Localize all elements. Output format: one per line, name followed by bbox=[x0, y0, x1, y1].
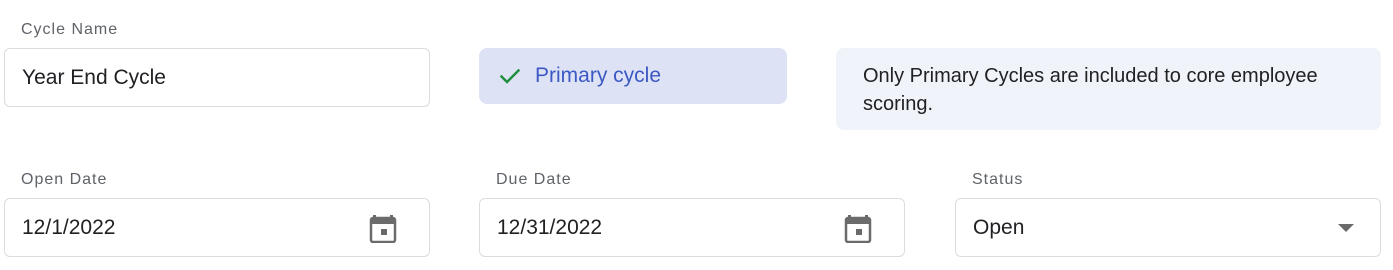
dropdown-arrow-icon[interactable] bbox=[1320, 199, 1372, 256]
primary-cycle-info: Only Primary Cycles are included to core… bbox=[836, 48, 1381, 130]
primary-cycle-label: Primary cycle bbox=[535, 64, 662, 87]
calendar-icon[interactable] bbox=[832, 199, 884, 256]
primary-cycle-toggle[interactable]: Primary cycle bbox=[479, 48, 787, 104]
status-label: Status bbox=[972, 171, 1024, 188]
open-date-value: 12/1/2022 bbox=[22, 215, 116, 239]
due-date-input[interactable]: 12/31/2022 bbox=[479, 198, 905, 257]
cycle-name-input[interactable]: Year End Cycle bbox=[4, 48, 430, 107]
check-icon bbox=[497, 63, 523, 89]
due-date-value: 12/31/2022 bbox=[497, 215, 603, 239]
status-value: Open bbox=[973, 215, 1025, 239]
open-date-label: Open Date bbox=[21, 171, 108, 188]
status-select[interactable]: Open bbox=[955, 198, 1381, 257]
calendar-icon[interactable] bbox=[357, 199, 409, 256]
cycle-name-value: Year End Cycle bbox=[22, 65, 166, 89]
open-date-input[interactable]: 12/1/2022 bbox=[4, 198, 430, 257]
due-date-label: Due Date bbox=[496, 171, 572, 188]
cycle-name-label: Cycle Name bbox=[21, 21, 119, 38]
